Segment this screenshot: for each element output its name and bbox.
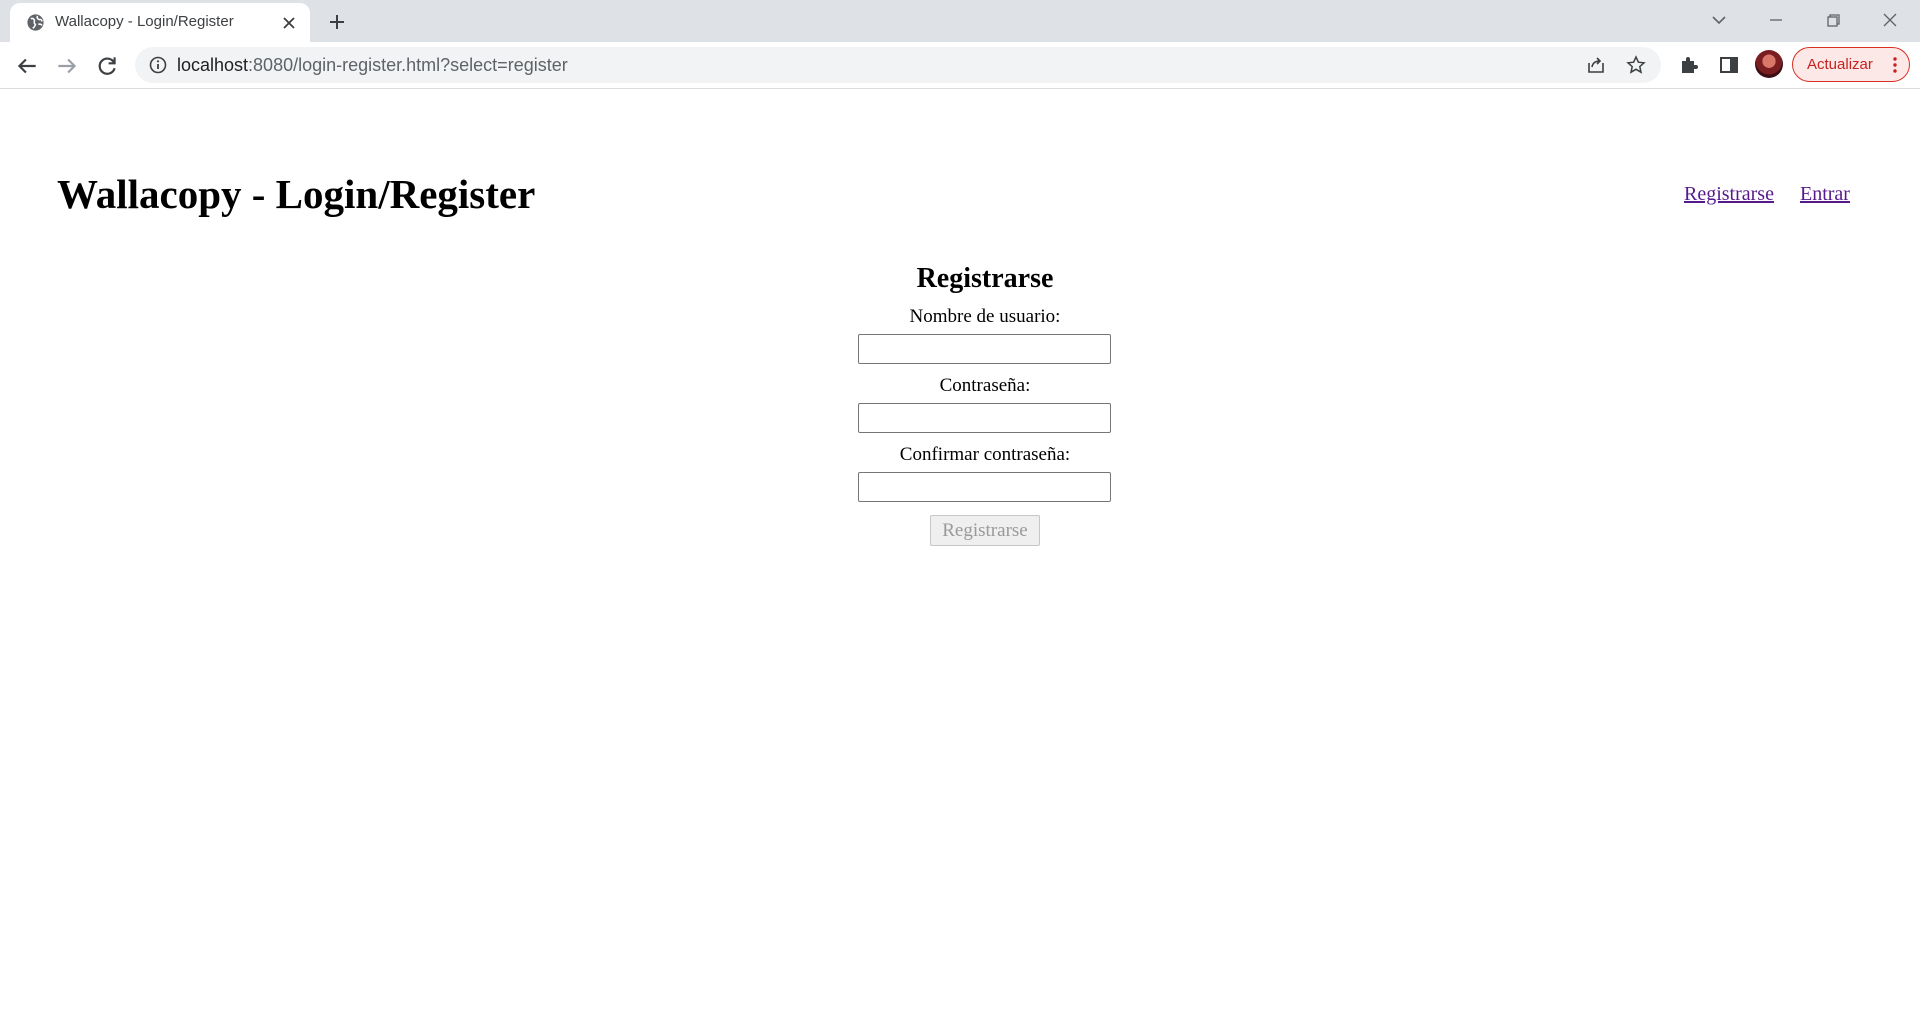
tab-strip: Wallacopy - Login/Register bbox=[0, 0, 1920, 42]
url-host: localhost bbox=[177, 55, 249, 75]
form-heading: Registrarse bbox=[916, 263, 1054, 294]
tab-title: Wallacopy - Login/Register bbox=[55, 13, 234, 30]
register-link[interactable]: Registrarse bbox=[1684, 183, 1774, 206]
confirm-password-label: Confirmar contraseña: bbox=[899, 444, 1071, 465]
close-icon[interactable] bbox=[280, 14, 298, 32]
page-content: Wallacopy - Login/Register Registrarse E… bbox=[0, 90, 1920, 1020]
username-label: Nombre de usuario: bbox=[909, 306, 1061, 327]
minimize-icon[interactable] bbox=[1764, 8, 1788, 32]
url-path: :8080/login-register.html?select=registe… bbox=[248, 55, 568, 75]
avatar[interactable] bbox=[1755, 50, 1783, 78]
side-panel-icon[interactable] bbox=[1717, 53, 1741, 77]
browser-tab[interactable]: Wallacopy - Login/Register bbox=[10, 3, 310, 42]
url-text: localhost:8080/login-register.html?selec… bbox=[177, 55, 568, 76]
window-close-icon[interactable] bbox=[1878, 8, 1902, 32]
password-input[interactable] bbox=[858, 403, 1111, 433]
register-submit-button[interactable]: Registrarse bbox=[930, 515, 1040, 546]
restore-icon[interactable] bbox=[1821, 8, 1845, 32]
globe-icon bbox=[27, 14, 44, 31]
address-bar[interactable]: localhost:8080/login-register.html?selec… bbox=[135, 47, 1661, 83]
password-label: Contraseña: bbox=[939, 375, 1031, 396]
update-label: Actualizar bbox=[1807, 56, 1873, 73]
username-input[interactable] bbox=[858, 334, 1111, 364]
star-icon[interactable] bbox=[1626, 55, 1646, 75]
reload-icon[interactable] bbox=[94, 53, 120, 79]
forward-arrow-icon[interactable] bbox=[54, 53, 80, 79]
chevron-down-icon[interactable] bbox=[1707, 8, 1731, 32]
more-vert-icon bbox=[1893, 57, 1897, 73]
info-icon[interactable] bbox=[149, 56, 167, 74]
page-title: Wallacopy - Login/Register bbox=[57, 171, 536, 217]
browser-toolbar: localhost:8080/login-register.html?selec… bbox=[0, 42, 1920, 89]
plus-icon[interactable] bbox=[325, 10, 349, 34]
back-arrow-icon[interactable] bbox=[14, 53, 40, 79]
login-link[interactable]: Entrar bbox=[1800, 183, 1850, 206]
confirm-password-input[interactable] bbox=[858, 472, 1111, 502]
puzzle-icon[interactable] bbox=[1677, 53, 1701, 77]
share-icon[interactable] bbox=[1586, 55, 1606, 75]
update-button[interactable]: Actualizar bbox=[1792, 47, 1910, 82]
